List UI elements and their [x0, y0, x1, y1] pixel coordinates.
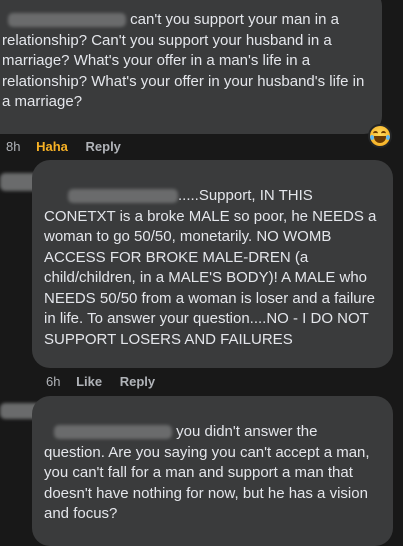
redacted-name [68, 189, 178, 204]
comment-actions-1: 8h Haha Reply [6, 139, 135, 154]
comment-text-1: can't you support your man in a relation… [2, 10, 368, 113]
comment-text-3: you didn't answer the question. Are you … [44, 422, 381, 525]
redacted-name [54, 425, 172, 440]
reply-link-2[interactable]: Reply [120, 374, 155, 389]
haha-emoji-icon[interactable] [370, 126, 390, 146]
redacted-name [8, 13, 126, 28]
comment-actions-2: 6h Like Reply [46, 374, 169, 389]
comment-bubble-3: you didn't answer the question. Are you … [32, 396, 393, 546]
comment-time-2[interactable]: 6h [46, 374, 60, 389]
reply-link-1[interactable]: Reply [86, 139, 121, 154]
haha-reaction-link[interactable]: Haha [36, 139, 68, 154]
comment-bubble-1: can't you support your man in a relation… [0, 0, 382, 134]
comment-time-1[interactable]: 8h [6, 139, 20, 154]
comment-body-2: .....Support, IN THIS CONETXT is a broke… [44, 187, 377, 348]
comment-bubble-2: .....Support, IN THIS CONETXT is a broke… [32, 160, 393, 368]
like-link-2[interactable]: Like [76, 374, 102, 389]
comment-text-2: .....Support, IN THIS CONETXT is a broke… [44, 186, 381, 350]
